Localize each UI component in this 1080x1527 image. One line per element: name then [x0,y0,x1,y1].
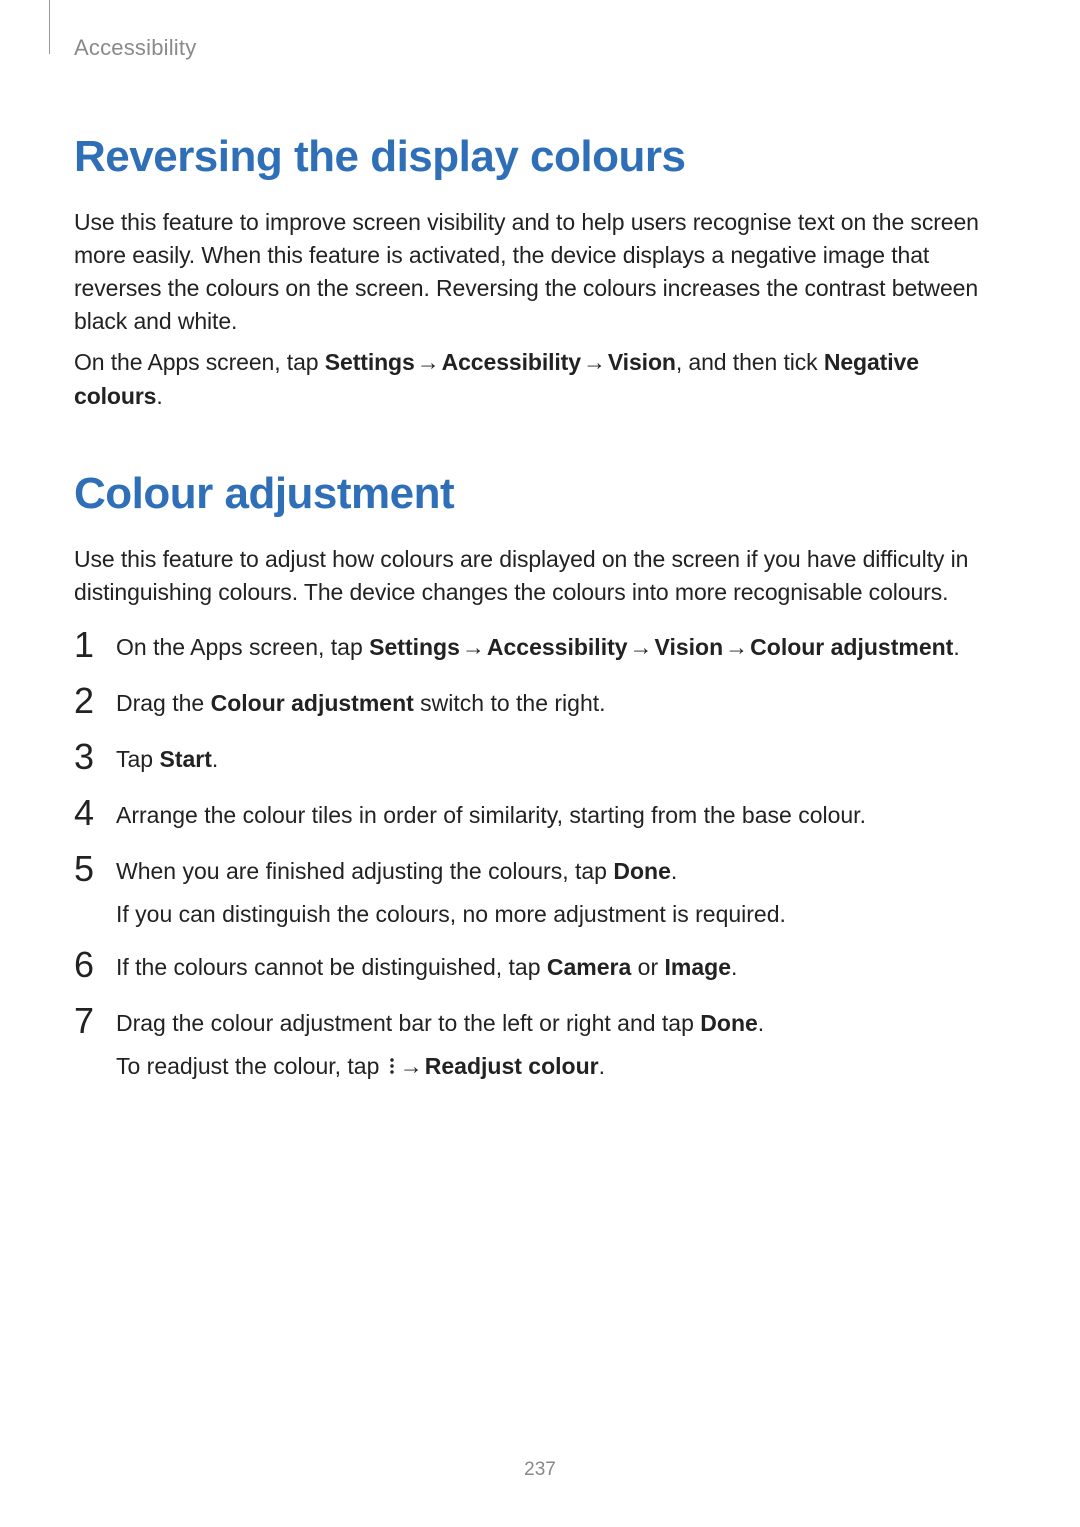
step-body: Drag the Colour adjustment switch to the… [116,687,1006,720]
text: On the Apps screen, tap [74,349,325,375]
step-number: 1 [74,627,98,663]
bold-vision: Vision [655,634,724,660]
step-number: 4 [74,795,98,831]
section1-paragraph1: Use this feature to improve screen visib… [74,206,1006,338]
bold-start: Start [159,746,211,772]
text: . [156,383,162,409]
step-subline: To readjust the colour, tap → Readjust c… [116,1050,1006,1085]
step-number: 5 [74,851,98,887]
step-number: 6 [74,947,98,983]
text: . [671,858,677,884]
bold-readjust-colour: Readjust colour [425,1053,599,1079]
step-7: 7 Drag the colour adjustment bar to the … [74,1007,1006,1085]
text: or [631,954,664,980]
section2-paragraph1: Use this feature to adjust how colours a… [74,543,1006,609]
step-body: When you are finished adjusting the colo… [116,855,1006,931]
section-title-reversing: Reversing the display colours [74,132,1006,182]
bold-accessibility: Accessibility [487,634,628,660]
bold-colour-adjustment: Colour adjustment [750,634,953,660]
text: To readjust the colour, tap [116,1053,386,1079]
step-number: 3 [74,739,98,775]
step-body: Drag the colour adjustment bar to the le… [116,1007,1006,1085]
arrow-icon: → [628,631,655,664]
arrow-icon: → [723,631,750,664]
step-body: If the colours cannot be distinguished, … [116,951,1006,984]
arrow-icon: → [415,346,442,379]
step-3: 3 Tap Start. [74,743,1006,779]
steps-list: 1 On the Apps screen, tap Settings → Acc… [74,631,1006,1085]
text: . [212,746,218,772]
text: Drag the [116,690,211,716]
bold-done: Done [700,1010,758,1036]
bold-settings: Settings [369,634,460,660]
bold-vision: Vision [608,349,676,375]
section-title-colour-adjustment: Colour adjustment [74,469,1006,519]
arrow-icon: → [460,631,487,664]
running-head: Accessibility [74,35,196,61]
page-number: 237 [0,1459,1080,1481]
text: . [599,1053,605,1079]
step-body: Arrange the colour tiles in order of sim… [116,799,1006,832]
more-options-icon [388,1052,396,1085]
text: If the colours cannot be distinguished, … [116,954,547,980]
page: Accessibility Reversing the display colo… [0,0,1080,1527]
step-number: 7 [74,1003,98,1039]
step-subline: If you can distinguish the colours, no m… [116,898,1006,931]
step-6: 6 If the colours cannot be distinguished… [74,951,1006,987]
text: When you are finished adjusting the colo… [116,858,613,884]
step-4: 4 Arrange the colour tiles in order of s… [74,799,1006,835]
bold-colour-adjustment: Colour adjustment [211,690,414,716]
bold-camera: Camera [547,954,631,980]
bold-accessibility: Accessibility [442,349,581,375]
text: . [731,954,737,980]
arrow-icon: → [398,1050,425,1083]
text: . [758,1010,764,1036]
text: Drag the colour adjustment bar to the le… [116,1010,700,1036]
text: switch to the right. [414,690,606,716]
text: , and then tick [676,349,824,375]
step-body: Tap Start. [116,743,1006,776]
step-number: 2 [74,683,98,719]
section-colour-adjustment: Colour adjustment Use this feature to ad… [74,469,1006,1086]
step-2: 2 Drag the Colour adjustment switch to t… [74,687,1006,723]
step-1: 1 On the Apps screen, tap Settings → Acc… [74,631,1006,667]
arrow-icon: → [581,346,608,379]
bold-image: Image [665,954,731,980]
step-body: On the Apps screen, tap Settings → Acces… [116,631,1006,664]
text: On the Apps screen, tap [116,634,369,660]
text: Tap [116,746,159,772]
text: . [953,634,959,660]
step-5: 5 When you are finished adjusting the co… [74,855,1006,931]
bold-done: Done [613,858,671,884]
bold-settings: Settings [325,349,415,375]
page-content: Reversing the display colours Use this f… [74,32,1006,1085]
header-divider [49,0,50,54]
section1-paragraph2: On the Apps screen, tap Settings → Acces… [74,346,1006,412]
